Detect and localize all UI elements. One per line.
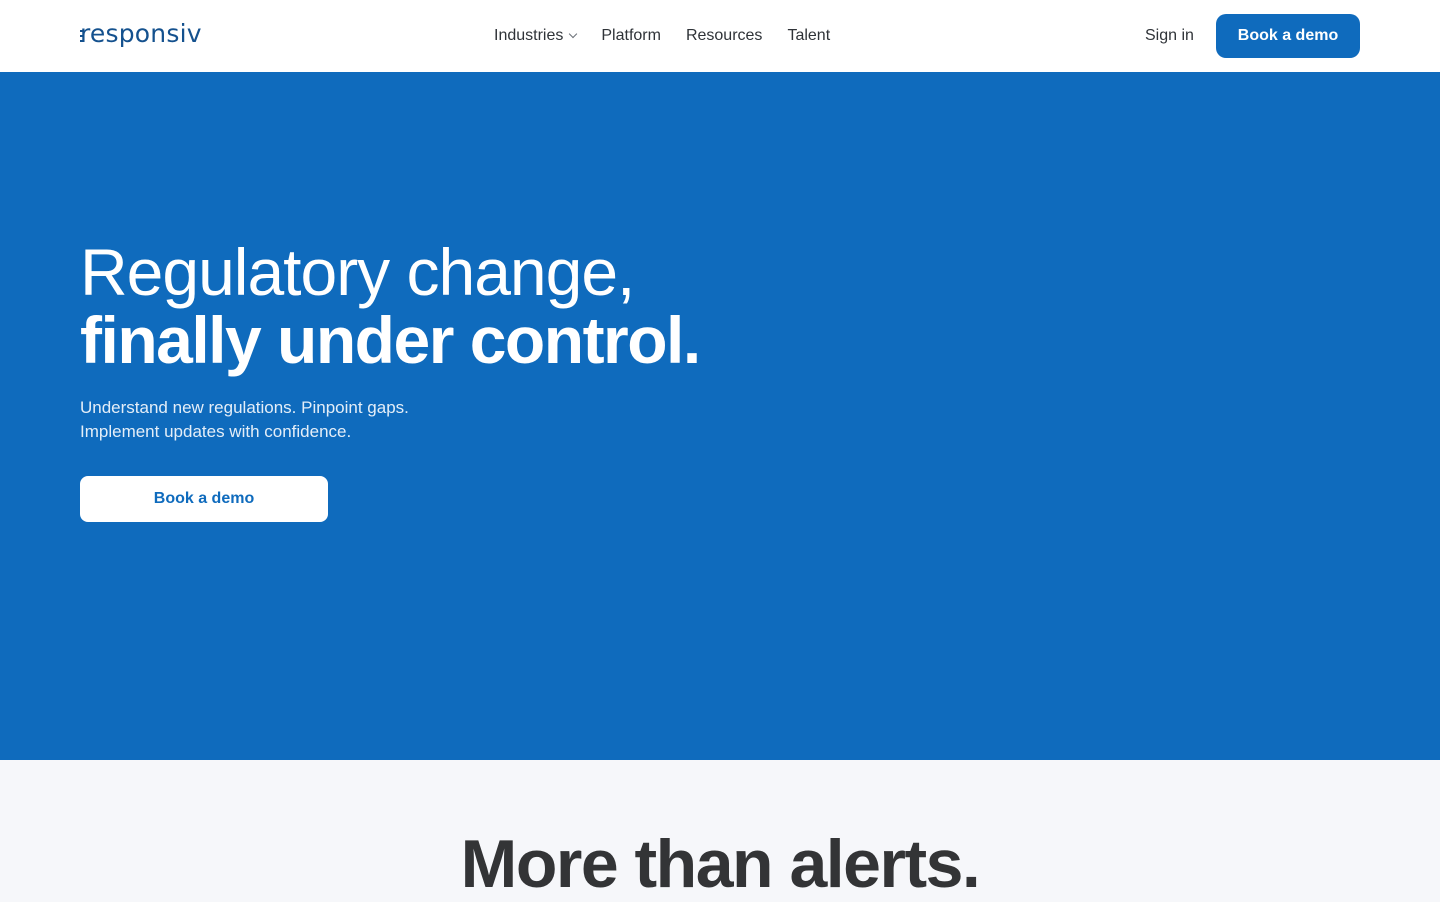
nav-item-platform[interactable]: Platform (601, 27, 661, 45)
more-than-alerts-section: More than alerts. (0, 760, 1440, 902)
nav-item-resources[interactable]: Resources (686, 27, 762, 45)
nav-item-talent[interactable]: Talent (787, 27, 830, 45)
sign-in-link[interactable]: Sign in (1145, 24, 1194, 48)
hero-subtitle: Understand new regulations. Pinpoint gap… (80, 396, 409, 444)
chevron-down-icon (569, 29, 578, 39)
hero-title-line-1: Regulatory change, (80, 235, 635, 309)
nav-item-label: Resources (685, 27, 763, 44)
logo-mark-icon (80, 30, 83, 42)
hero-section: Regulatory change, finally under control… (0, 72, 1440, 760)
nav-item-label: Talent (787, 27, 831, 44)
hero-subtitle-line-1: Understand new regulations. Pinpoint gap… (80, 398, 409, 417)
nav-item-industries[interactable]: Industries (494, 27, 578, 45)
nav-item-label: Industries (494, 27, 564, 44)
nav-item-label: Platform (601, 27, 661, 44)
book-demo-header-button[interactable]: Book a demo (1216, 14, 1360, 58)
responsiv-logo[interactable]: responsiv (80, 18, 202, 50)
site-header: responsiv Industries Platform Resources … (0, 0, 1440, 72)
book-demo-hero-button[interactable]: Book a demo (80, 476, 328, 522)
main-nav: Industries Platform Resources Talent (494, 24, 830, 48)
hero-subtitle-line-2: Implement updates with confidence. (80, 422, 352, 441)
hero-title-line-2: finally under control. (80, 303, 701, 377)
section-title: More than alerts. (460, 826, 981, 902)
logo-text: responsiv (80, 19, 202, 48)
